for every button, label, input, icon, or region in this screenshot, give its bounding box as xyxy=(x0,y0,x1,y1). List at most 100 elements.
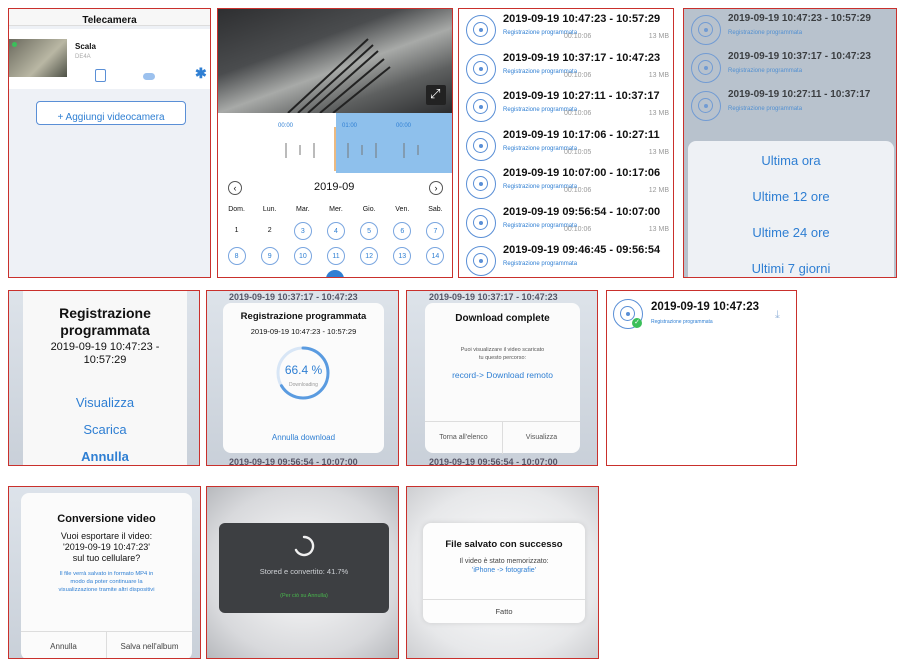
bg-record-top: 2019-09-19 10:37:17 - 10:47:23 xyxy=(229,292,358,302)
dialog-datetime: 2019-09-19 10:47:23 - 10:57:29 xyxy=(23,341,187,367)
record-row: 2019-09-19 10:27:11 - 10:37:17 Registrazi… xyxy=(684,85,896,125)
panel-downloading: 2019-09-19 10:37:17 - 10:47:23 2019-09-1… xyxy=(206,290,399,466)
camera-card[interactable]: Scala DE4A ✱ xyxy=(9,29,210,89)
fullscreen-button[interactable]: ⤢ xyxy=(426,85,446,105)
download-dialog: Registrazione programmata 2019-09-19 10:… xyxy=(223,303,384,453)
video-preview[interactable]: ⤢ xyxy=(218,9,452,113)
calendar-day[interactable]: 9 xyxy=(260,247,279,265)
record-time: 2019-09-19 09:56:54 - 10:07:00 xyxy=(503,205,661,218)
question-line: Vuoi esportare il video: xyxy=(60,531,153,541)
record-row[interactable]: 2019-09-19 10:27:11 - 10:37:17 Registrazi… xyxy=(459,86,673,126)
calendar-day[interactable]: 6 xyxy=(393,222,412,240)
back-to-list-button[interactable]: Torna all'elenco xyxy=(425,422,503,454)
calendar-day[interactable]: 12 xyxy=(360,247,379,265)
prev-month-button[interactable]: ‹ xyxy=(228,181,242,195)
message-line: Puoi visualizzare il video scaricato xyxy=(460,347,545,353)
view-button[interactable]: Visualizza xyxy=(23,395,187,410)
film-reel-icon xyxy=(691,91,721,121)
datetime-line: 10:57:29 xyxy=(83,354,127,366)
weekday: Lun. xyxy=(262,206,277,213)
add-camera-button[interactable]: + Aggiungi videocamera xyxy=(36,101,186,125)
dialog-title-line: programmata xyxy=(60,322,150,338)
camera-thumbnail[interactable] xyxy=(9,39,67,77)
record-time: 2019-09-19 09:46:45 - 09:56:54 xyxy=(503,244,661,256)
downloaded-check-icon: ✓ xyxy=(632,318,642,328)
settings-icon[interactable]: ✱ xyxy=(195,65,207,82)
weekday: Ven. xyxy=(395,206,410,213)
record-row[interactable]: 2019-09-19 10:07:00 - 10:17:06 Registrazi… xyxy=(459,163,673,203)
view-button[interactable]: Visualizza xyxy=(503,422,580,454)
record-sub: Registrazione programmata xyxy=(651,319,713,325)
calendar-day[interactable]: 8 xyxy=(227,247,246,265)
camera-status: DE4A xyxy=(75,54,91,60)
calendar-day[interactable]: 2 xyxy=(268,222,272,240)
datetime-line: 2019-09-19 10:47:23 - xyxy=(50,341,160,353)
cloud-icon[interactable] xyxy=(143,73,155,80)
time-filter-option[interactable]: Ultime 12 ore xyxy=(688,189,894,204)
weekday: Sab. xyxy=(428,206,443,213)
record-row[interactable]: 2019-09-19 10:47:23 - 10:57:29 Registrazi… xyxy=(459,9,673,49)
conversion-note: (Per ciò su Annulla) xyxy=(280,593,328,599)
film-reel-icon xyxy=(466,169,496,199)
film-reel-icon xyxy=(466,15,496,45)
save-to-album-button[interactable]: Salva nell'album xyxy=(107,632,192,658)
download-path-link[interactable]: record-> Download remoto xyxy=(425,370,580,380)
action-dialog: Registrazione programmata 2019-09-19 10:… xyxy=(23,291,187,465)
dialog-question: Vuoi esportare il video: '2019-09-19 10:… xyxy=(21,531,192,564)
calendar-day[interactable]: 1 xyxy=(235,222,239,240)
conversion-status: Stored e convertito: 41.7% xyxy=(259,567,349,576)
calendar-week-1: 1 2 3 4 5 6 7 xyxy=(220,222,452,240)
time-filter-option[interactable]: Ultimi 7 giorni xyxy=(688,261,894,276)
dialog-button-bar: Torna all'elenco Visualizza xyxy=(425,421,580,454)
download-button[interactable]: Scarica xyxy=(23,422,187,437)
done-button[interactable]: Fatto xyxy=(423,599,585,624)
record-row[interactable]: 2019-09-19 10:17:06 - 10:27:11 Registrazi… xyxy=(459,125,673,165)
record-duration: 00:10:05 xyxy=(564,148,592,156)
cancel-button[interactable]: Annulla xyxy=(23,449,187,464)
record-item[interactable]: ✓ 2019-09-19 10:47:23 Registrazione prog… xyxy=(607,295,796,333)
filter-sheet: Ultima ora Ultime 12 ore Ultime 24 ore Ulti… xyxy=(688,141,894,277)
record-sub: Registrazione programmata xyxy=(728,106,803,112)
record-row[interactable]: 2019-09-19 09:56:54 - 10:07:00 Registrazi… xyxy=(459,202,673,242)
download-percent: 66.4 % xyxy=(284,363,323,377)
calendar-day[interactable]: 10 xyxy=(293,247,312,265)
calendar-day-selected[interactable] xyxy=(326,270,344,277)
calendar-day[interactable]: 3 xyxy=(293,222,312,240)
time-filter-option[interactable]: Ultime 24 ore xyxy=(688,225,894,240)
calendar-week-2: 8 9 10 11 12 13 14 xyxy=(220,247,452,265)
timeline[interactable]: 00:00 01:00 00:00 xyxy=(218,113,452,173)
calendar-day[interactable]: 5 xyxy=(360,222,379,240)
record-row[interactable]: 2019-09-19 10:37:17 - 10:47:23 Registrazi… xyxy=(459,48,673,88)
record-time: 2019-09-19 10:17:06 - 10:27:11 xyxy=(503,128,660,141)
online-dot xyxy=(12,42,17,47)
cancel-button[interactable]: Annulla xyxy=(21,632,107,658)
calendar-day[interactable]: 13 xyxy=(393,247,412,265)
record-duration: 00:10:06 xyxy=(564,187,592,194)
calendar-day[interactable]: 4 xyxy=(326,222,345,240)
sd-card-icon[interactable] xyxy=(95,69,106,82)
question-line: '2019-09-19 10:47:23' xyxy=(62,542,150,552)
dialog-title: Registrazione programmata xyxy=(23,305,187,339)
next-month-button[interactable]: › xyxy=(429,181,443,195)
record-duration: 00:10:06 xyxy=(564,225,592,233)
panel-video-conversion: Conversione video Vuoi esportare il vide… xyxy=(8,486,201,659)
dialog-datetime: 2019-09-19 10:47:23 - 10:57:29 xyxy=(250,327,357,336)
record-row[interactable]: 2019-09-19 09:46:45 - 09:56:54 Registrazi… xyxy=(459,240,673,277)
download-icon[interactable]: ⤓ xyxy=(775,309,780,322)
download-complete-dialog: Download complete Puoi visualizzare il v… xyxy=(425,303,580,454)
dialog-title: File salvato con successo xyxy=(445,539,563,550)
time-filter-option[interactable]: Ultima ora xyxy=(688,153,894,168)
cancel-download-button[interactable]: Annulla download xyxy=(223,433,384,442)
record-time: 2019-09-19 10:47:23 - 10:57:29 xyxy=(503,13,661,25)
panel-camera-list: Telecamera Scala DE4A ✱ + Aggiungi video… xyxy=(8,8,211,278)
record-list: 2019-09-19 10:47:23 - 10:57:29 Registrazi… xyxy=(459,9,673,277)
calendar-day[interactable]: 14 xyxy=(426,247,445,265)
record-row: 2019-09-19 10:47:23 - 10:57:29 Registrazi… xyxy=(684,9,896,49)
calendar-day[interactable]: 11 xyxy=(326,247,345,265)
dialog-title: Download complete xyxy=(455,313,550,324)
film-reel-icon xyxy=(691,15,721,45)
dialog-title: Conversione video xyxy=(57,513,156,525)
bg-record-top: 2019-09-19 10:37:17 - 10:47:23 xyxy=(429,292,558,302)
calendar-day[interactable]: 7 xyxy=(426,222,445,240)
record-duration: 00:10:06 xyxy=(564,33,592,40)
